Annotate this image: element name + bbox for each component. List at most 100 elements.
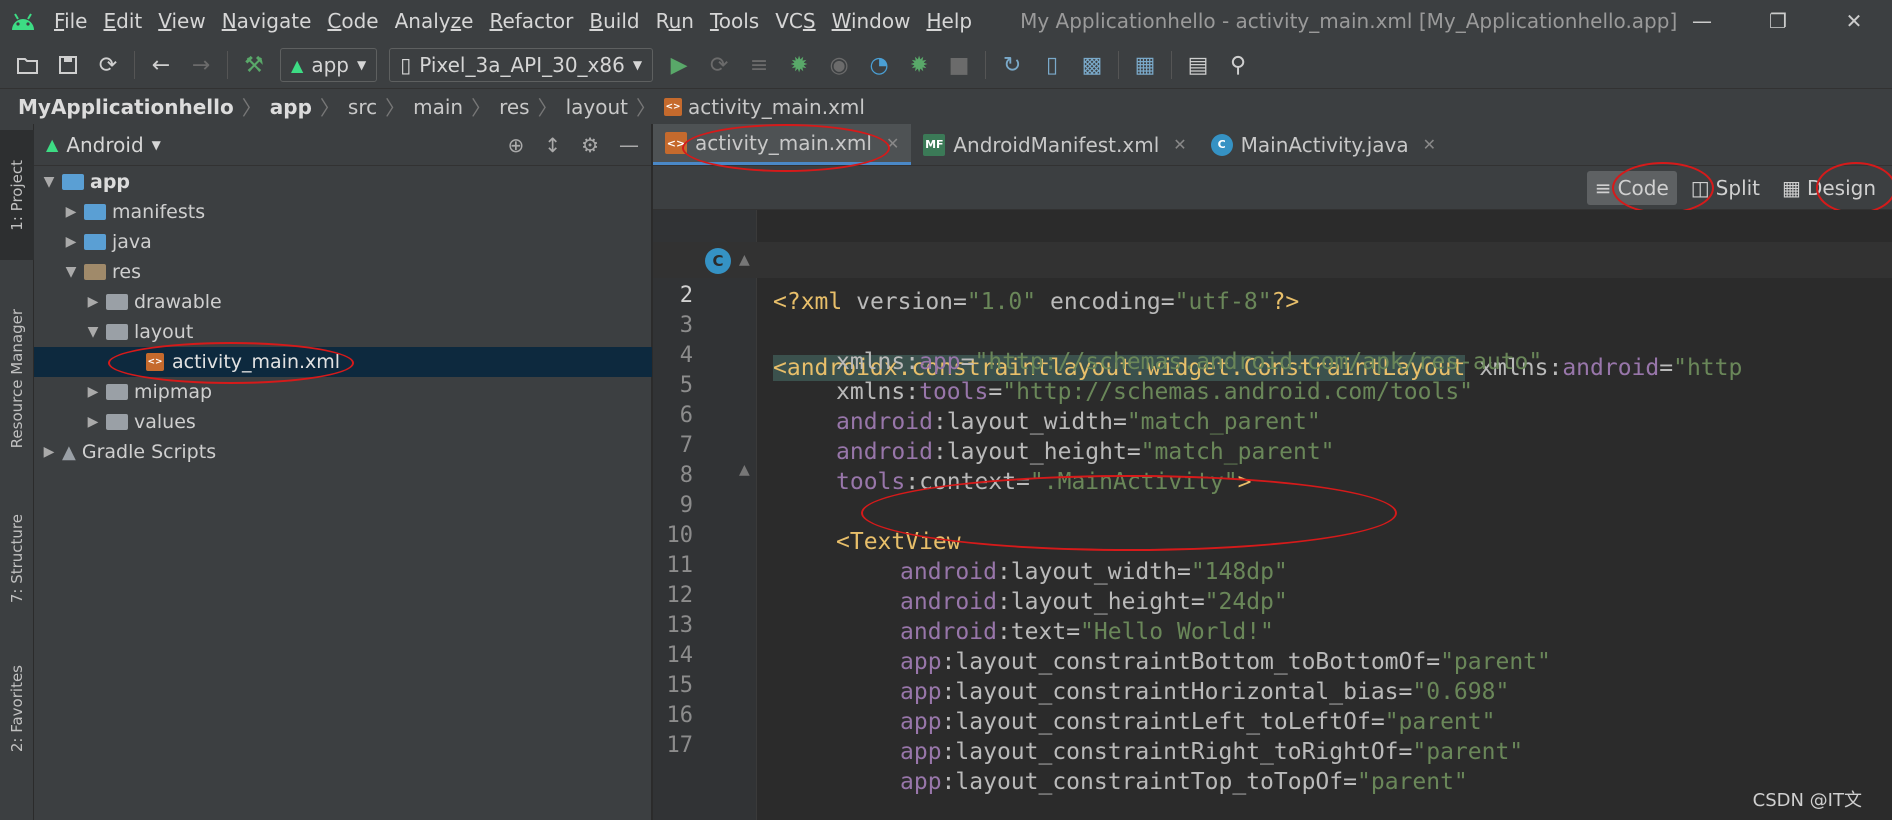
tree-item-drawable[interactable]: ▶ drawable [34,287,652,317]
terminal-icon[interactable]: ▤ [1178,45,1218,85]
breadcrumb-item[interactable]: res [499,95,530,119]
sync-icon[interactable]: ⟳ [88,45,128,85]
collapse-arrow-icon[interactable]: ▶ [84,294,102,310]
tree-item-gradle-scripts[interactable]: ▶ ▲ Gradle Scripts [34,437,652,467]
breadcrumb-item[interactable]: MyApplicationhello [18,95,234,119]
run-icon[interactable]: ▶ [659,45,699,85]
collapse-arrow-icon[interactable]: ▶ [62,234,80,250]
tab-activity-main[interactable]: <> activity_main.xml ✕ [653,124,912,165]
expand-arrow-icon[interactable]: ▼ [84,324,102,340]
breadcrumb-item[interactable]: app [270,95,312,119]
avd-manager-icon[interactable]: ▯ [1032,45,1072,85]
tab-structure[interactable]: 7: Structure [0,494,34,624]
tree-item-manifests[interactable]: ▶ manifests [34,197,652,227]
module-folder-icon [62,174,84,190]
hide-panel-icon[interactable]: — [619,133,639,157]
menu-file[interactable]: File [46,0,95,42]
code-mode-button[interactable]: ≡ Code [1586,171,1677,205]
tab-resource-manager[interactable]: Resource Manager [0,274,34,484]
close-tab-icon[interactable]: ✕ [886,134,899,153]
tree-item-layout[interactable]: ▼ layout [34,317,652,347]
close-tab-icon[interactable]: ✕ [1423,135,1436,154]
tab-project[interactable]: 1: Project [0,130,34,260]
breadcrumb-item[interactable]: layout [566,95,628,119]
resources-folder-icon [84,264,106,280]
sdk-manager-icon[interactable]: ▩ [1072,45,1112,85]
xml-file-icon: <> [665,132,687,154]
save-all-icon[interactable] [48,45,88,85]
apply-changes-icon[interactable]: ⟳ [699,45,739,85]
apply-code-changes-icon[interactable]: ≡ [739,45,779,85]
menu-help[interactable]: Help [918,0,980,42]
collapse-arrow-icon[interactable]: ▶ [84,384,102,400]
menu-vcs[interactable]: VCS [767,0,823,42]
menu-run[interactable]: Run [648,0,702,42]
folder-icon [106,324,128,340]
forward-arrow-icon[interactable]: → [181,45,221,85]
device-select[interactable]: ▯ Pixel_3a_API_30_x86 ▼ [389,48,654,82]
tree-item-java[interactable]: ▶ java [34,227,652,257]
back-arrow-icon[interactable]: ← [141,45,181,85]
menu-navigate[interactable]: Navigate [214,0,320,42]
restore-icon[interactable]: ❐ [1740,0,1816,42]
tree-item-res[interactable]: ▼ res [34,257,652,287]
collapse-arrow-icon[interactable]: ▶ [40,444,58,460]
make-project-hammer-icon[interactable]: ⚒ [234,45,274,85]
fold-marker-icon[interactable]: ▲ [739,462,750,478]
close-window-icon[interactable]: ✕ [1816,0,1892,42]
split-view-icon: ◫ [1690,176,1710,200]
project-panel-header: ▲ Android ▼ ⊕ ↕ ⚙ — [34,124,651,166]
android-icon: ▲ [46,135,59,154]
project-structure-icon[interactable]: ▦ [1125,45,1165,85]
expand-arrow-icon[interactable]: ▼ [40,174,58,190]
attach-debugger-icon[interactable]: ◉ [819,45,859,85]
device-phone-icon: ▯ [400,53,412,77]
menu-build[interactable]: Build [581,0,647,42]
xml-file-icon: <> [146,353,164,371]
search-icon[interactable]: ⚲ [1218,45,1258,85]
stop-icon[interactable]: ■ [939,45,979,85]
xml-file-icon: <> [664,97,683,116]
profile-icon[interactable]: ◔ [859,45,899,85]
code-editor[interactable]: 1 <?xml version="1.0" encoding="utf-8"?>… [653,210,1892,820]
menu-code[interactable]: Code [319,0,386,42]
project-view-select[interactable]: Android [66,133,143,157]
menu-view[interactable]: View [150,0,213,42]
code-lines-icon: ≡ [1594,176,1612,200]
chevron-down-icon[interactable]: ▼ [152,138,161,152]
fold-marker-icon[interactable]: ▲ [739,252,750,268]
close-tab-icon[interactable]: ✕ [1173,135,1186,154]
tree-item-activity-main[interactable]: <> activity_main.xml [34,347,652,377]
collapse-arrow-icon[interactable]: ▶ [62,204,80,220]
gradle-sync-icon[interactable]: ↻ [992,45,1032,85]
menu-refactor[interactable]: Refactor [481,0,581,42]
gear-icon[interactable]: ⚙ [581,133,599,157]
locate-file-icon[interactable]: ⊕ [508,133,525,157]
collapse-arrow-icon[interactable]: ▶ [84,414,102,430]
debug-icon[interactable]: ✹ [779,45,819,85]
tab-main-activity[interactable]: C MainActivity.java ✕ [1199,124,1448,165]
tab-favorites[interactable]: 2: Favorites [0,644,34,774]
minimize-icon[interactable]: — [1664,0,1740,42]
menu-edit[interactable]: Edit [95,0,150,42]
menu-tools[interactable]: Tools [702,0,767,42]
tab-android-manifest[interactable]: MF AndroidManifest.xml ✕ [911,124,1198,165]
run-config-select[interactable]: ▲ app ▼ [280,48,378,82]
expand-arrow-icon[interactable]: ▼ [62,264,80,280]
attach-process-icon[interactable]: ✹ [899,45,939,85]
collapse-all-icon[interactable]: ↕ [544,133,561,157]
tree-item-mipmap[interactable]: ▶ mipmap [34,377,652,407]
menu-window[interactable]: Window [824,0,919,42]
tree-item-values[interactable]: ▶ values [34,407,652,437]
menu-bar: File Edit View Navigate Code Analyze Ref… [0,0,1892,42]
split-mode-button[interactable]: ◫ Split [1683,171,1768,205]
breadcrumb-item[interactable]: main [413,95,463,119]
chevron-down-icon: ▼ [356,58,367,72]
tree-item-app[interactable]: ▼ app [34,167,652,197]
breadcrumb-item[interactable]: src [348,95,377,119]
menu-analyze[interactable]: Analyze [387,0,482,42]
open-folder-icon[interactable] [8,45,48,85]
breadcrumb-item[interactable]: activity_main.xml [688,95,865,119]
class-gutter-icon[interactable]: C [705,248,731,274]
design-mode-button[interactable]: ▦ Design [1774,171,1884,205]
